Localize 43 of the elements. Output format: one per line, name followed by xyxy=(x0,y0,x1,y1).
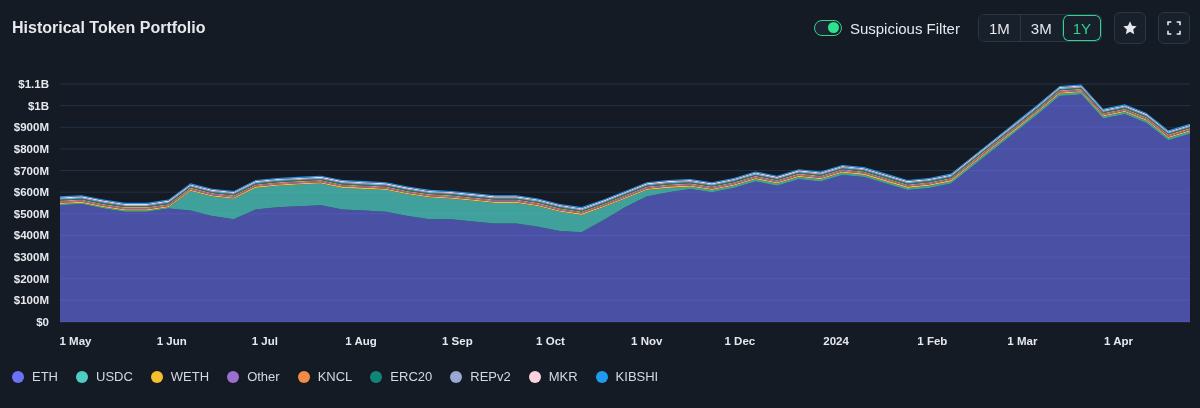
y-tick-label: $400M xyxy=(13,229,49,242)
y-tick-label: $100M xyxy=(13,294,49,307)
x-tick-label: 1 Mar xyxy=(1007,335,1038,347)
y-tick-label: $0 xyxy=(36,316,49,328)
x-tick-label: 1 Jul xyxy=(251,335,278,347)
y-tick-label: $1.1B xyxy=(18,78,49,90)
x-tick-label: 1 Feb xyxy=(917,335,948,347)
toggle-switch[interactable] xyxy=(813,20,842,36)
fullscreen-button[interactable] xyxy=(1158,12,1190,44)
y-tick-label: $600M xyxy=(13,186,49,199)
x-tick-label: 1 Dec xyxy=(724,335,756,347)
y-tick-label: $1B xyxy=(27,99,49,112)
legend-label[interactable]: REPv2 xyxy=(470,369,511,384)
legend-label[interactable]: KNCL xyxy=(317,369,353,384)
legend-label[interactable]: Other xyxy=(247,369,280,384)
legend-label[interactable]: ETH xyxy=(32,369,58,384)
legend-label[interactable]: MKR xyxy=(548,369,578,384)
legend-label[interactable]: KIBSHI xyxy=(615,369,659,384)
x-tick-label: 1 May xyxy=(59,335,92,347)
y-tick-label: $200M xyxy=(13,272,49,285)
filter-label: Suspicious Filter xyxy=(849,19,960,37)
favorite-button[interactable] xyxy=(1114,12,1146,44)
y-tick-label: $700M xyxy=(13,164,49,177)
x-tick-label: 2024 xyxy=(823,335,849,347)
x-tick-label: 1 Jun xyxy=(156,335,187,347)
legend-label[interactable]: WETH xyxy=(170,369,210,384)
x-tick-label: 1 Nov xyxy=(631,335,663,347)
range-button[interactable]: 1M xyxy=(978,15,1020,41)
x-tick-label: 1 Oct xyxy=(536,335,565,347)
x-tick-label: 1 Sep xyxy=(442,335,473,347)
fullscreen-icon xyxy=(1166,20,1182,36)
y-tick-label: $500M xyxy=(13,207,49,220)
y-tick-label: $300M xyxy=(13,251,49,264)
legend-label[interactable]: ERC20 xyxy=(390,369,433,384)
range-button[interactable]: 1Y xyxy=(1061,15,1101,41)
y-tick-label: $900M xyxy=(13,121,49,134)
y-tick-label: $800M xyxy=(13,142,49,155)
legend-label[interactable]: USDC xyxy=(96,369,133,384)
x-tick-label: 1 Apr xyxy=(1104,335,1134,347)
star-icon xyxy=(1122,20,1138,36)
x-tick-label: 1 Aug xyxy=(345,335,377,347)
range-button[interactable]: 3M xyxy=(1019,15,1062,41)
chart-title: Historical Token Portfolio xyxy=(12,19,206,37)
